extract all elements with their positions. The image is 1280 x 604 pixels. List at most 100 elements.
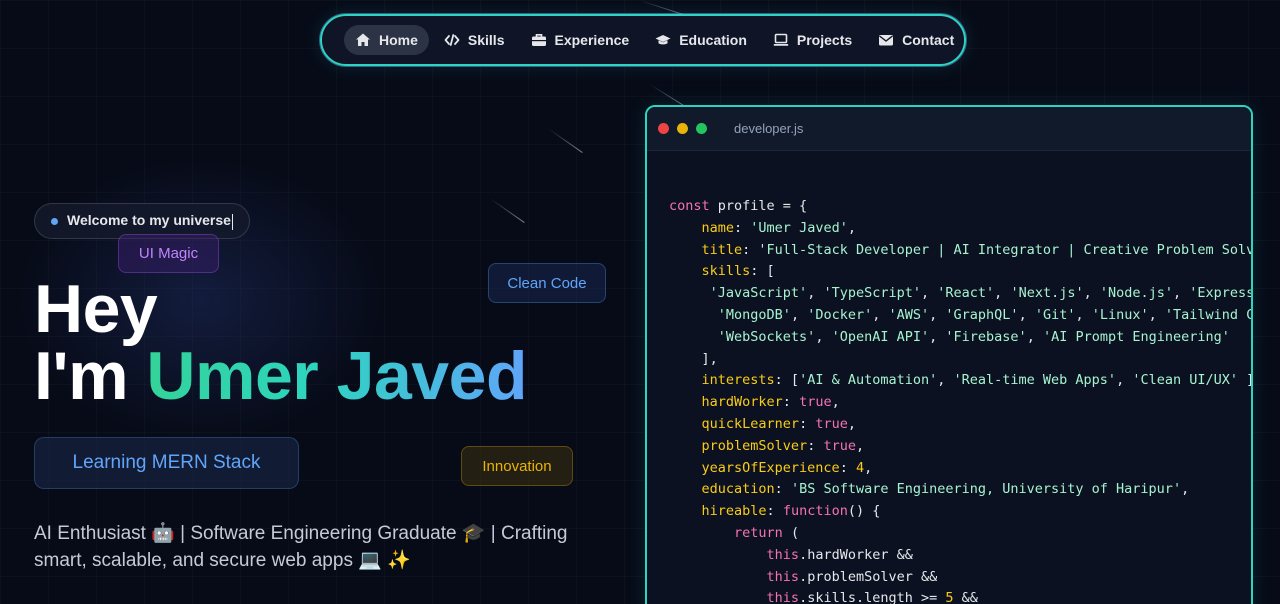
hero-bio: AI Enthusiast 🤖 | Software Engineering G… [34, 523, 568, 571]
code-token: , [929, 328, 946, 345]
code-token: , [807, 285, 824, 302]
code-token: : [ [750, 263, 775, 280]
nav-item-label: Projects [796, 32, 853, 48]
code-token: , [921, 285, 938, 302]
welcome-text: Welcome to my universe [67, 212, 231, 229]
briefcase-icon [531, 32, 547, 48]
code-token: , [1148, 306, 1165, 323]
code-token: , [864, 459, 873, 476]
code-line: problemSolver: true, [669, 436, 1251, 458]
typing-caret [231, 213, 233, 230]
code-token: ], [1238, 372, 1251, 388]
hero-heading: Hey I'm Umer Javed [34, 275, 527, 410]
code-token: , [847, 415, 856, 432]
code-token: 'Clean UI/UX' [1132, 372, 1238, 389]
code-line: 'JavaScript', 'TypeScript', 'React', 'Ne… [669, 283, 1251, 305]
nav-item-skills[interactable]: Skills [433, 25, 516, 55]
code-token: : [807, 437, 824, 454]
code-token: 'TypeScript' [823, 285, 921, 302]
graduation-cap-icon [655, 32, 671, 48]
nav-item-label: Experience [554, 32, 630, 48]
code-token: interests [701, 372, 775, 389]
code-token: : [742, 241, 759, 258]
code-line: ], [669, 349, 1251, 371]
code-token: : [782, 394, 800, 411]
code-token: 'AI & Automation' [799, 372, 938, 389]
code-token: , [929, 306, 946, 323]
code-token: education [701, 481, 775, 498]
code-token: .problemSolver && [799, 568, 938, 585]
code-token: 5 [945, 590, 954, 604]
code-token: 'GraphQL' [945, 306, 1019, 323]
floating-tag-ui-magic: UI Magic [118, 234, 219, 273]
code-token: 'JavaScript' [709, 285, 808, 302]
floating-tag-innovation: Innovation [461, 446, 573, 486]
code-line: interests: ['AI & Automation', 'Real-tim… [669, 370, 1251, 392]
top-navigation: Home Skills Experience Education Project… [320, 14, 966, 66]
code-token: 'BS Software Engineering, University of … [790, 481, 1182, 498]
code-token: 'Full-Stack Developer | AI Integrator | … [758, 241, 1253, 258]
code-token: , [1181, 481, 1190, 498]
code-token: , [831, 394, 840, 411]
window-maximize-dot [696, 123, 707, 134]
home-icon [355, 32, 371, 48]
code-token: hireable [701, 503, 767, 520]
code-token: quickLearner [701, 415, 800, 432]
code-token: : [ [774, 372, 800, 389]
code-token: : [799, 415, 816, 432]
code-token: , [1116, 372, 1133, 389]
status-dot [51, 217, 58, 225]
code-editor-titlebar: developer.js [647, 107, 1251, 151]
nav-item-experience[interactable]: Experience [520, 25, 641, 55]
code-token: 'Firebase' [945, 328, 1027, 345]
nav-item-contact[interactable]: Contact [867, 25, 965, 55]
code-token: , [1026, 328, 1043, 345]
envelope-icon [878, 32, 894, 48]
code-token: && [953, 590, 978, 604]
code-token: function [782, 503, 848, 520]
code-token: , [994, 285, 1011, 302]
code-token: 'Umer Javed' [750, 219, 848, 236]
code-token: .skills.length >= [799, 590, 946, 604]
code-token: true [799, 394, 832, 411]
code-content: const profile = { name: 'Umer Javed', ti… [647, 151, 1251, 604]
role-badge: Learning MERN Stack [34, 437, 299, 489]
code-token: 4 [855, 459, 865, 476]
code-token: ( [782, 524, 800, 541]
hero-name: Umer Javed [146, 338, 527, 414]
code-line: hireable: function() { [669, 501, 1251, 523]
nav-item-home[interactable]: Home [344, 25, 429, 55]
code-line: 'WebSockets', 'OpenAI API', 'Firebase', … [669, 327, 1251, 349]
code-token: , [855, 437, 865, 454]
nav-item-education[interactable]: Education [644, 25, 758, 55]
nav-item-projects[interactable]: Projects [762, 25, 863, 55]
nav-item-label: Contact [902, 32, 955, 48]
code-token: true [823, 437, 856, 454]
hero-intro-prefix: I'm [34, 338, 147, 414]
code-token: true [815, 415, 848, 432]
code-token: : [839, 459, 856, 476]
code-token: : [766, 503, 783, 520]
code-line: this.skills.length >= 5 && [669, 588, 1251, 604]
code-token: profile = { [717, 198, 808, 214]
nav-item-label: Skills [467, 32, 505, 48]
code-token: : [774, 481, 791, 498]
code-line: hardWorker: true, [669, 392, 1251, 414]
code-token: this [766, 590, 800, 604]
code-token: this [766, 568, 800, 585]
code-line: 'MongoDB', 'Docker', 'AWS', 'GraphQL', '… [669, 305, 1251, 327]
code-token: 'OpenAI API' [831, 328, 930, 345]
